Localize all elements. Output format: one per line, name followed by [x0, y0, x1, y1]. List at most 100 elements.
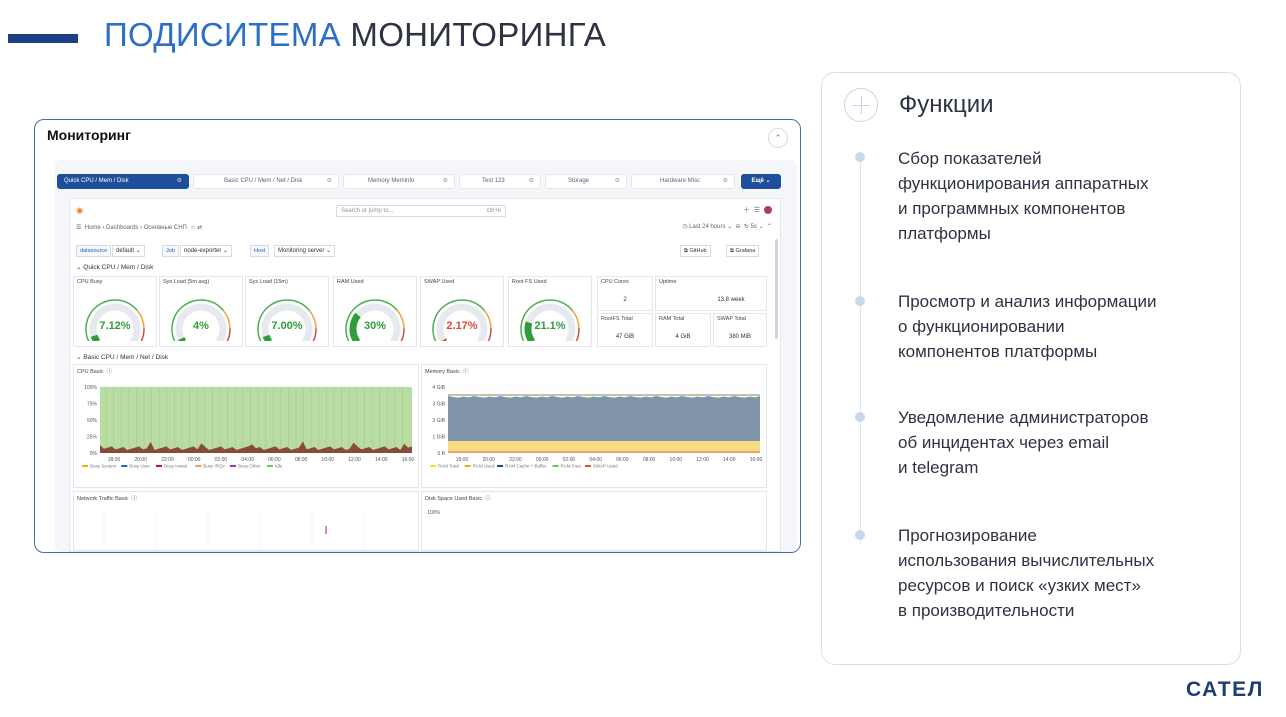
- var-select-host[interactable]: Monitoring server ⌄: [274, 245, 336, 257]
- brand-logo: САТЕЛ: [1186, 678, 1264, 701]
- functions-title: Функции: [899, 91, 994, 118]
- legend-label: RAM Used: [473, 464, 495, 469]
- cpu-basic-chart[interactable]: 100% 75% 50% 25% 0% 18:00 20:00 22:00 00:00 02:00…: [74, 365, 420, 489]
- x-tick-label: 16:00: [750, 457, 763, 463]
- settings-icon[interactable]: ⚙: [723, 175, 728, 188]
- gauge-arc: [171, 299, 231, 341]
- tab-meminfo[interactable]: Memory Meminfo ⚙: [343, 174, 455, 189]
- settings-icon[interactable]: ⚙: [177, 175, 182, 188]
- tab-label: Test 123: [482, 178, 505, 184]
- search-input[interactable]: Search or jump to... ctrl+k: [336, 205, 506, 217]
- gauge-panel: Sys Load (15m) 7.00%: [245, 276, 329, 347]
- timeline-dot: [855, 152, 865, 162]
- grafana-button[interactable]: ⧉ Grafana: [726, 245, 760, 257]
- gauge-value: 2.17%: [446, 320, 478, 332]
- info-icon[interactable]: ⓘ: [485, 496, 491, 502]
- function-line: и программных компонентов: [898, 199, 1126, 218]
- row-quick-header[interactable]: ⌄ Quick CPU / Mem / Disk: [76, 263, 153, 271]
- row-title: Basic CPU / Mem / Net / Disk: [83, 354, 169, 361]
- gauge-panel: Sys Load (5m avg) 4%: [159, 276, 243, 347]
- stat-value: 4 GiB: [675, 334, 691, 340]
- function-item: Сбор показателей функционирования аппара…: [898, 146, 1228, 246]
- github-button[interactable]: ⧉ GitHub: [680, 245, 711, 257]
- stat-swap-total: SWAP Total 380 MiB: [713, 313, 767, 347]
- breadcrumb-text[interactable]: Home › Dashboards › Основные СНП: [85, 225, 187, 231]
- legend-swatch: [497, 465, 504, 467]
- legend-swatch: [552, 465, 559, 467]
- menu-icon[interactable]: ☰: [76, 225, 81, 231]
- function-line: Уведомление администраторов: [898, 408, 1149, 427]
- disk-space-panel: Disk Space Used Basic ⓘ 100%: [421, 491, 767, 551]
- function-line: компонентов платформы: [898, 342, 1098, 361]
- legend-label: RAM Free: [561, 464, 582, 469]
- legend-label: Busy System: [90, 464, 117, 469]
- row-title: Quick CPU / Mem / Disk: [83, 264, 154, 271]
- news-icon[interactable]: ☰: [754, 207, 760, 214]
- refresh-interval[interactable]: 5s: [751, 224, 757, 230]
- zoom-out-icon[interactable]: ⊖: [736, 224, 741, 230]
- network-traffic-panel: Network Traffic Basic ⓘ: [73, 491, 419, 551]
- x-tick-label: 00:00: [188, 457, 201, 463]
- gauge-value: 21.1%: [534, 320, 566, 332]
- scrollbar[interactable]: [775, 239, 778, 339]
- tab-basic[interactable]: Basic CPU / Mem / Net / Disk ⚙: [193, 174, 339, 189]
- tab-test[interactable]: Test 123 ⚙: [459, 174, 541, 189]
- legend-swatch: [464, 465, 471, 467]
- var-select-datasource[interactable]: default ⌄: [112, 245, 145, 257]
- tab-quick[interactable]: Quick CPU / Mem / Disk ⚙: [57, 174, 189, 189]
- link-icon: ⧉: [730, 248, 734, 254]
- x-tick-label: 18:00: [108, 457, 121, 463]
- grafana-topbar: ✺ Search or jump to... ctrl+k ＋ ☰ ☰ Home …: [70, 199, 780, 235]
- y-tick-label: 0 B: [437, 451, 445, 457]
- memory-basic-panel: Memory Basic ⓘ 4 GiB 3 GiB 2 GiB 1 GiB 0 B 18…: [421, 364, 767, 488]
- page-title: ПОДИСИТЕМА МОНИТОРИНГА: [104, 16, 606, 54]
- grafana-logo-icon[interactable]: ✺: [76, 206, 84, 217]
- github-label: GitHub: [689, 248, 707, 254]
- x-tick-label: 14:00: [375, 457, 388, 463]
- function-line: Сбор показателей: [898, 149, 1042, 168]
- title-accent-bar: [8, 34, 78, 43]
- settings-icon[interactable]: ⚙: [529, 175, 534, 188]
- stat-title: RAM Total: [659, 316, 685, 322]
- star-icon[interactable]: ☆: [190, 225, 195, 231]
- settings-icon[interactable]: ⚙: [443, 175, 448, 188]
- settings-icon[interactable]: ⚙: [327, 175, 332, 188]
- more-tabs-button[interactable]: Ещё ⌄: [741, 174, 781, 189]
- chevron-up-icon[interactable]: ⌃: [768, 128, 788, 148]
- tab-storage[interactable]: Storage ⚙: [545, 174, 627, 189]
- chevron-up-icon[interactable]: ⌃: [767, 224, 772, 230]
- settings-icon[interactable]: ⚙: [615, 175, 620, 188]
- tab-label: Hardware Misc: [660, 178, 701, 184]
- row-basic-header[interactable]: ⌄ Basic CPU / Mem / Net / Disk: [76, 353, 168, 361]
- x-tick-label: 10:00: [322, 457, 335, 463]
- var-select-job[interactable]: node-exporter ⌄: [180, 245, 233, 257]
- var-label-datasource: datasource: [76, 245, 112, 257]
- legend-label: SWAP Used: [593, 464, 618, 469]
- share-icon[interactable]: ⇄: [197, 225, 202, 231]
- y-tick-label: 0%: [90, 451, 98, 457]
- memory-basic-chart[interactable]: 4 GiB 3 GiB 2 GiB 1 GiB 0 B 18:00 20:00 22:00 00…: [422, 365, 768, 489]
- refresh-icon[interactable]: ↻: [744, 224, 749, 230]
- gauge-value: 7.00%: [271, 320, 303, 332]
- tab-hardware[interactable]: Hardware Misc ⚙: [631, 174, 735, 189]
- avatar[interactable]: [764, 206, 772, 215]
- tab-label: Memory Meminfo: [368, 178, 415, 184]
- x-tick-label: 20:00: [482, 457, 495, 463]
- function-item: Прогнозирование использования вычислител…: [898, 523, 1228, 623]
- link-icon: ⧉: [684, 248, 688, 254]
- clock-icon: ◷: [682, 224, 688, 230]
- x-tick-label: 12:00: [348, 457, 361, 463]
- time-range-picker[interactable]: Last 24 hours: [689, 224, 725, 230]
- search-placeholder: Search or jump to...: [341, 208, 394, 214]
- y-tick-label: 3 GiB: [432, 402, 445, 408]
- function-line: и telegram: [898, 458, 979, 477]
- stat-uptime: Uptime 13.8 week: [655, 276, 767, 311]
- network-traffic-chart[interactable]: [74, 492, 420, 552]
- stat-ram-total: RAM Total 4 GiB: [655, 313, 711, 347]
- y-tick-label: 50%: [87, 418, 98, 424]
- legend-label: Busy Other: [238, 464, 261, 469]
- plus-icon[interactable]: ＋: [743, 207, 750, 214]
- x-tick-label: 14:00: [723, 457, 736, 463]
- legend-label: Idle: [275, 464, 283, 469]
- monitoring-card: Мониторинг ⌃ Quick CPU / Mem / Disk ⚙ Bas…: [34, 119, 801, 553]
